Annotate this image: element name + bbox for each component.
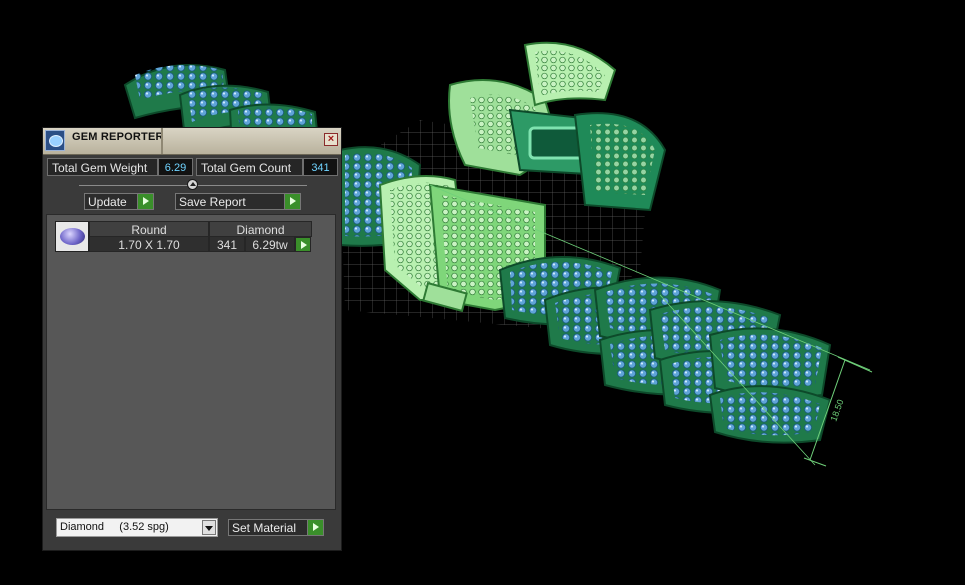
save-report-button-label: Save Report bbox=[179, 195, 246, 209]
play-arrow-icon bbox=[284, 194, 300, 209]
total-gem-weight-value: 6.29 bbox=[158, 158, 193, 176]
material-select-value: Diamond (3.52 spg) bbox=[60, 521, 169, 533]
set-material-button[interactable]: Set Material bbox=[228, 519, 324, 536]
gem-material-cell: Diamond bbox=[209, 221, 312, 237]
close-button[interactable]: × bbox=[324, 133, 338, 146]
gem-row-action-button[interactable] bbox=[295, 237, 311, 252]
total-gem-weight-label: Total Gem Weight bbox=[47, 158, 158, 176]
window-title: GEM REPORTER bbox=[72, 131, 164, 143]
play-arrow-icon bbox=[307, 520, 323, 535]
title-bar[interactable]: GEM REPORTER × bbox=[43, 128, 341, 155]
save-report-button[interactable]: Save Report bbox=[175, 193, 301, 210]
update-button[interactable]: Update bbox=[84, 193, 154, 210]
gem-shape-cell: Round bbox=[89, 221, 209, 237]
gem-list: Round Diamond 1.70 X 1.70 341 6.29tw bbox=[46, 214, 336, 510]
gem-count-cell: 341 bbox=[209, 236, 245, 252]
chain-links-front bbox=[498, 256, 832, 444]
gem-size-cell: 1.70 X 1.70 bbox=[89, 236, 209, 252]
total-gem-count-label: Total Gem Count bbox=[196, 158, 303, 176]
dimension-label: 18.50 bbox=[828, 398, 845, 423]
play-arrow-icon bbox=[137, 194, 153, 209]
round-gem-icon bbox=[55, 221, 89, 252]
set-material-button-label: Set Material bbox=[232, 521, 297, 535]
gem-reporter-panel: GEM REPORTER × Total Gem Weight 6.29 Tot… bbox=[42, 127, 342, 551]
slider-handle[interactable] bbox=[187, 179, 198, 190]
total-gem-count-value: 341 bbox=[303, 158, 338, 176]
material-select[interactable]: Diamond (3.52 spg) bbox=[56, 518, 218, 537]
gem-weight-cell: 6.29tw bbox=[245, 236, 295, 252]
gem-reporter-app-icon bbox=[45, 130, 65, 151]
chevron-down-icon[interactable] bbox=[202, 520, 216, 535]
update-button-label: Update bbox=[88, 195, 127, 209]
title-divider bbox=[161, 128, 163, 154]
